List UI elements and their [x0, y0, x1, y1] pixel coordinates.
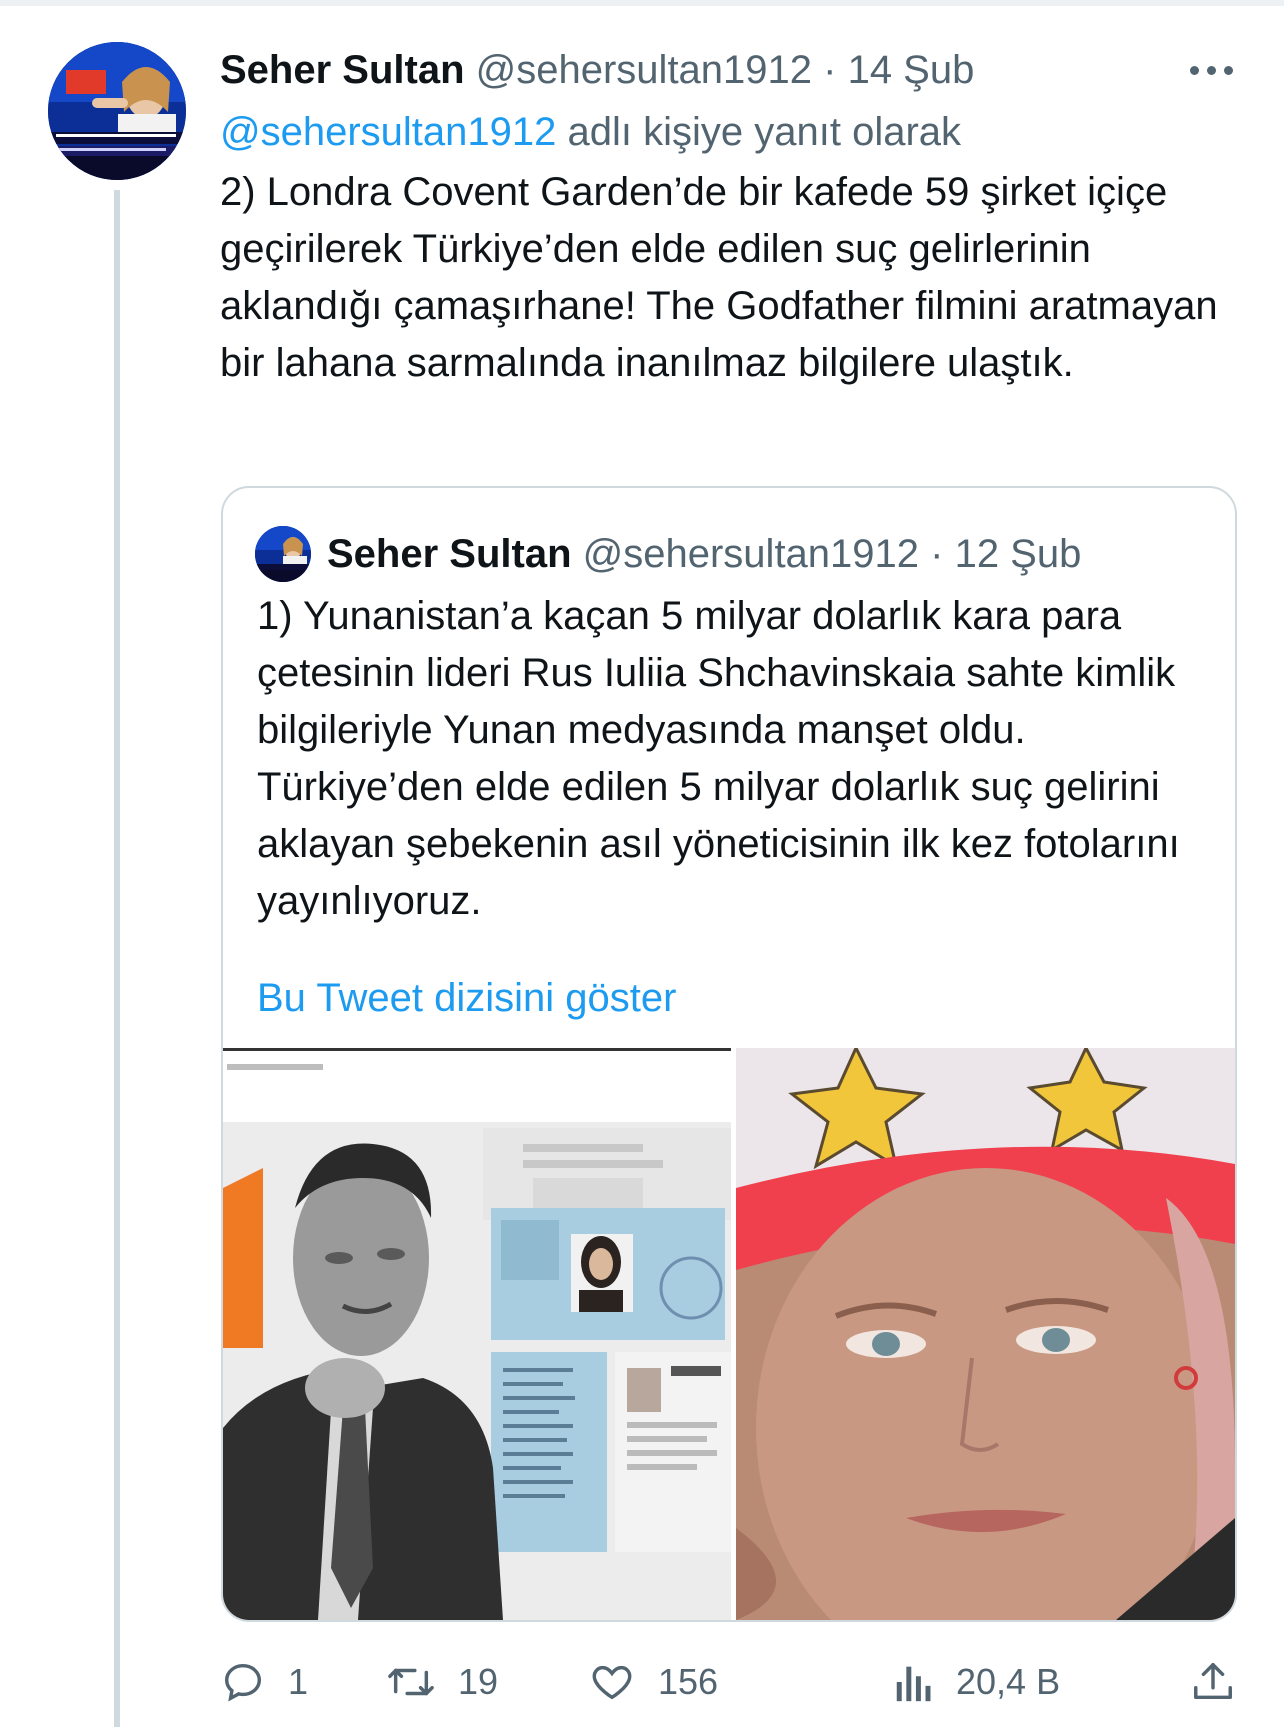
quoted-tweet-text: 1) Yunanistan’a kaçan 5 milyar dolarlık … — [257, 594, 1180, 923]
media-newspaper-image[interactable] — [223, 1048, 731, 1620]
quoted-author-handle: @sehersultan1912 — [582, 532, 920, 576]
reply-icon — [224, 1663, 262, 1702]
author-name[interactable]: Seher Sultan — [220, 48, 465, 92]
reply-context: @sehersultan1912 adlı kişiye yanıt olara… — [220, 104, 961, 160]
views-button[interactable]: 20,4 B — [894, 1650, 1060, 1714]
reply-suffix: adlı kişiye yanıt olarak — [556, 110, 962, 154]
quoted-tweet-header: Seher Sultan @sehersultan1912 · 12 Şub — [327, 524, 1081, 584]
like-icon — [592, 1665, 632, 1700]
author-avatar[interactable] — [48, 42, 186, 180]
tweet-header: Seher Sultan @sehersultan1912 · 14 Şub — [220, 40, 1230, 100]
reply-button[interactable]: 1 — [220, 1650, 308, 1714]
media-selfie-image[interactable] — [736, 1048, 1235, 1620]
retweet-count: 19 — [458, 1661, 499, 1702]
quoted-author-name: Seher Sultan — [327, 532, 572, 576]
quoted-tweet-card[interactable]: Seher Sultan @sehersultan1912 · 12 Şub 1… — [221, 486, 1237, 1622]
tweet-text: 2) Londra Covent Garden’de bir kafede 59… — [220, 170, 1218, 385]
quoted-author-avatar — [255, 526, 311, 582]
more-icon[interactable] — [1190, 56, 1234, 84]
reply-handle-link[interactable]: @sehersultan1912 — [220, 110, 556, 154]
reply-count: 1 — [288, 1661, 309, 1702]
show-thread-link[interactable]: Bu Tweet dizisini göster — [257, 970, 676, 1026]
like-count: 156 — [658, 1661, 719, 1702]
views-count: 20,4 B — [956, 1661, 1061, 1702]
thread-connector-line — [114, 190, 120, 1727]
quoted-header-separator: · — [919, 532, 955, 576]
share-button[interactable] — [1190, 1650, 1236, 1714]
quoted-tweet-date: 12 Şub — [954, 532, 1082, 576]
retweet-icon — [388, 1668, 434, 1696]
header-separator: · — [812, 48, 848, 92]
share-icon — [1194, 1663, 1232, 1700]
author-handle[interactable]: @sehersultan1912 — [476, 48, 812, 92]
tweet-date[interactable]: 14 Şub — [848, 48, 975, 92]
views-icon — [896, 1666, 931, 1702]
like-button[interactable]: 156 — [588, 1650, 718, 1714]
top-divider — [0, 0, 1284, 6]
retweet-button[interactable]: 19 — [386, 1650, 498, 1714]
tweet-action-bar: 1 19 156 20,4 B — [220, 1650, 1250, 1714]
